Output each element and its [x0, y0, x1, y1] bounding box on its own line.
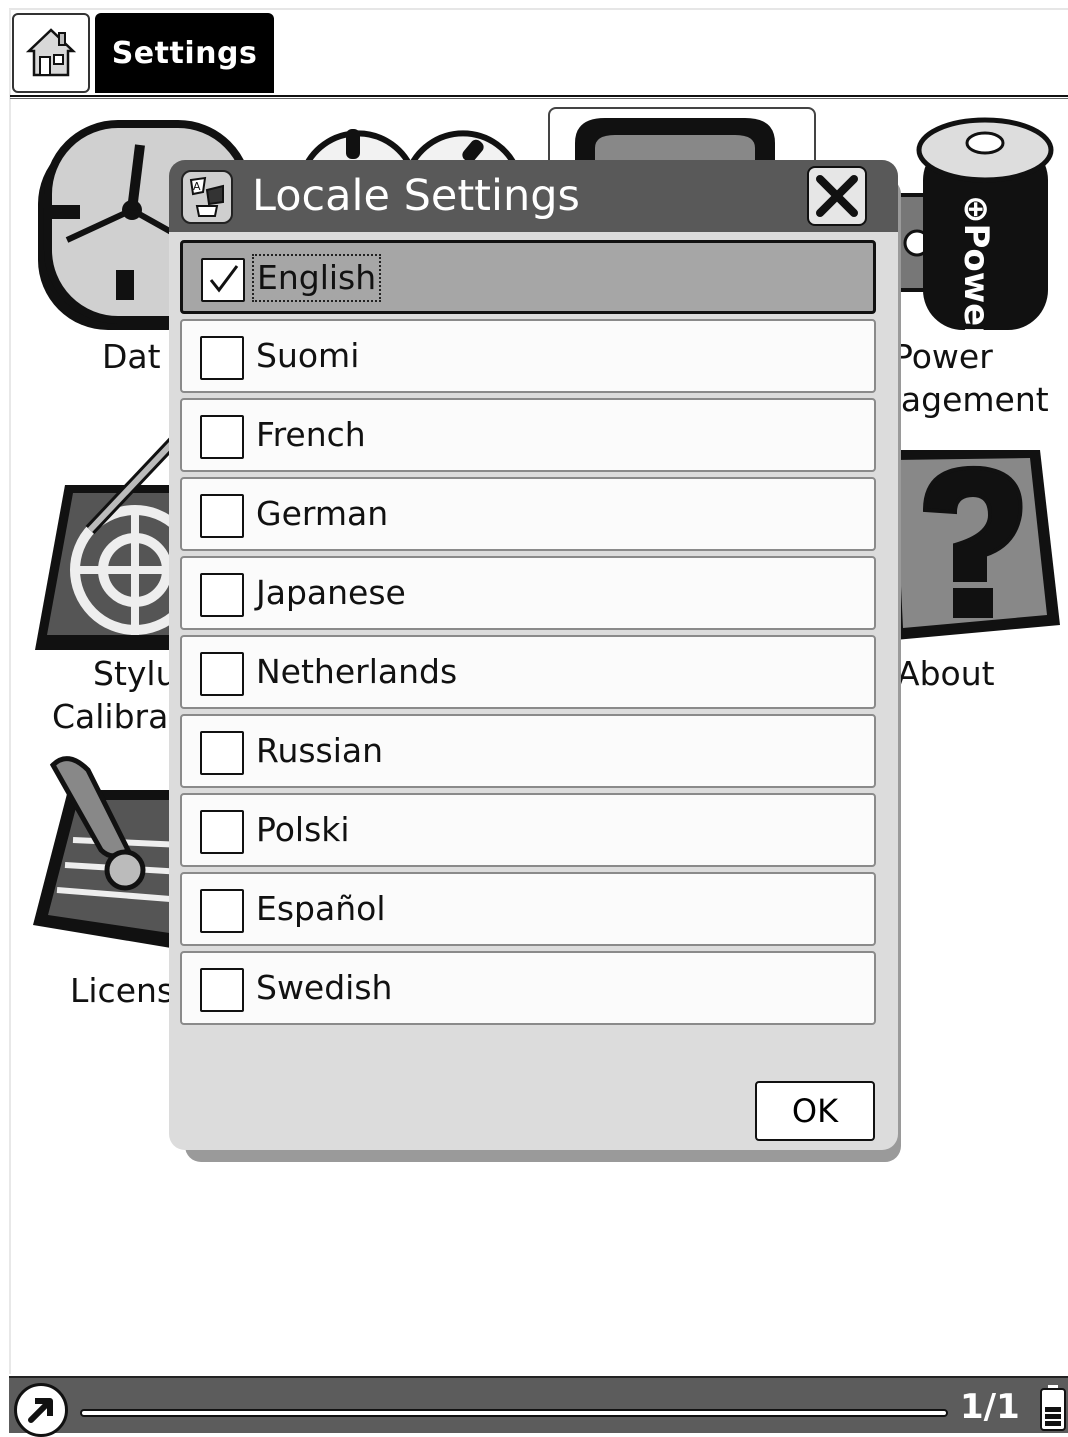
language-item-french[interactable]: French — [180, 398, 876, 472]
home-icon — [26, 28, 76, 77]
language-item-espanol[interactable]: Español — [180, 872, 876, 946]
language-item-netherlands[interactable]: Netherlands — [180, 635, 876, 709]
page-progress-bar[interactable] — [80, 1409, 948, 1417]
dialog-title: Locale Settings — [252, 171, 580, 221]
language-checkbox[interactable] — [200, 415, 244, 459]
language-label: Japanese — [256, 573, 406, 612]
language-item-german[interactable]: German — [180, 477, 876, 551]
language-label: Netherlands — [256, 652, 458, 691]
language-item-polski[interactable]: Polski — [180, 793, 876, 867]
language-checkbox[interactable] — [200, 731, 244, 775]
language-checkbox[interactable] — [200, 336, 244, 380]
menu-button[interactable] — [14, 1383, 68, 1437]
language-label: Swedish — [256, 968, 393, 1007]
close-button[interactable] — [807, 166, 867, 226]
license-alert-icon — [33, 756, 183, 950]
bg-label-date: Dat — [102, 337, 161, 376]
language-item-suomi[interactable]: Suomi — [180, 319, 876, 393]
language-checkbox[interactable] — [200, 494, 244, 538]
language-item-swedish[interactable]: Swedish — [180, 951, 876, 1025]
locale-app-icon: A — [181, 170, 233, 224]
language-label: Russian — [256, 731, 384, 770]
header-divider — [10, 95, 1068, 99]
language-checkbox[interactable] — [200, 573, 244, 617]
stylus-target-icon — [35, 435, 185, 650]
language-label: English — [251, 254, 382, 302]
locale-settings-dialog: A Locale Settings English Suomi French G… — [169, 160, 898, 1150]
screen-top-edge — [9, 8, 1068, 10]
language-checkbox[interactable] — [200, 968, 244, 1012]
dialog-titlebar: A Locale Settings — [169, 160, 898, 232]
language-checkbox[interactable] — [200, 889, 244, 933]
bg-label-stylus-2: Calibra — [52, 697, 169, 736]
home-button[interactable] — [12, 13, 90, 93]
close-icon — [816, 175, 858, 217]
bg-label-stylus: Stylu — [93, 654, 177, 693]
language-item-russian[interactable]: Russian — [180, 714, 876, 788]
language-checkbox[interactable] — [200, 810, 244, 854]
language-item-english[interactable]: English — [180, 240, 876, 314]
svg-text:⊕Power: ⊕Power — [956, 195, 996, 335]
status-bar — [9, 1376, 1068, 1433]
language-label: French — [256, 415, 366, 454]
battery-icon — [1040, 1385, 1066, 1431]
language-label: Suomi — [256, 336, 360, 375]
locale-setting-icon — [575, 118, 775, 163]
page-indicator: 1/1 — [960, 1387, 1020, 1427]
question-mark-icon — [885, 450, 1060, 640]
bg-label-power: Power — [893, 337, 993, 376]
power-battery-icon: ⊕Power — [885, 117, 1054, 335]
ok-button[interactable]: OK — [755, 1081, 875, 1141]
language-checkbox[interactable] — [201, 258, 245, 302]
arrow-up-right-icon — [28, 1398, 53, 1423]
language-item-japanese[interactable]: Japanese — [180, 556, 876, 630]
bg-label-power-2: nagement — [880, 380, 1049, 419]
language-label: Español — [256, 889, 386, 928]
bg-label-about: About — [897, 654, 995, 693]
bg-label-license: Licens — [70, 971, 175, 1010]
language-label: Polski — [256, 810, 350, 849]
checkmark-icon — [209, 265, 239, 293]
language-checkbox[interactable] — [200, 652, 244, 696]
svg-text:A: A — [193, 180, 201, 193]
language-label: German — [256, 494, 389, 533]
page-title: Settings — [95, 13, 274, 93]
screen-left-edge — [9, 9, 11, 1374]
